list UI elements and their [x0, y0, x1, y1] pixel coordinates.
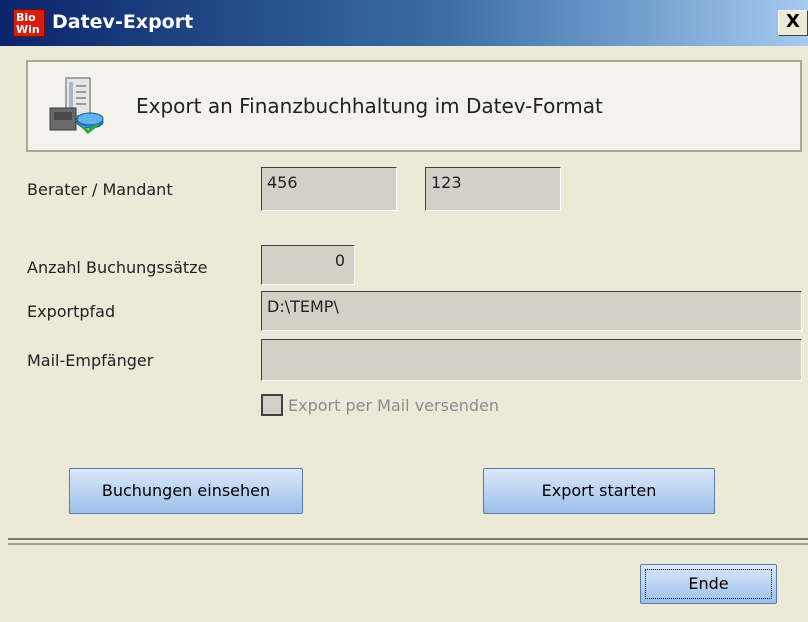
- close-button[interactable]: X: [778, 10, 808, 36]
- exportpfad-label: Exportpfad: [27, 302, 116, 321]
- window-title: Datev-Export: [52, 11, 194, 33]
- mail-empfaenger-field[interactable]: [261, 339, 802, 381]
- biowin-app-icon: Bio Win: [13, 9, 45, 37]
- header-panel: Export an Finanzbuchhaltung im Datev-For…: [26, 60, 802, 152]
- app-icon-line2: Win: [16, 23, 40, 36]
- exportpfad-field[interactable]: D:\TEMP\: [261, 291, 802, 331]
- title-bar: Bio Win Datev-Export X: [0, 0, 808, 46]
- export-per-mail-label: Export per Mail versenden: [288, 396, 500, 415]
- mandant-field[interactable]: 123: [425, 167, 561, 211]
- separator-line: [8, 538, 808, 540]
- header-title: Export an Finanzbuchhaltung im Datev-For…: [136, 94, 603, 118]
- close-icon: X: [786, 11, 800, 32]
- export-database-icon: [49, 77, 104, 135]
- anzahl-buchungssaetze-field[interactable]: 0: [261, 245, 355, 285]
- berater-mandant-label: Berater / Mandant: [27, 180, 173, 199]
- separator-line-2: [8, 543, 808, 545]
- ende-button-label: Ende: [645, 569, 772, 599]
- anzahl-buchungssaetze-label: Anzahl Buchungssätze: [27, 258, 208, 277]
- mail-empfaenger-label: Mail-Empfänger: [27, 351, 154, 370]
- export-per-mail-checkbox[interactable]: [261, 394, 283, 416]
- app-icon-line1: Bio: [16, 11, 36, 24]
- export-starten-button[interactable]: Export starten: [483, 468, 715, 514]
- berater-field[interactable]: 456: [261, 167, 397, 211]
- buchungen-einsehen-button[interactable]: Buchungen einsehen: [69, 468, 303, 514]
- ende-button[interactable]: Ende: [640, 564, 777, 604]
